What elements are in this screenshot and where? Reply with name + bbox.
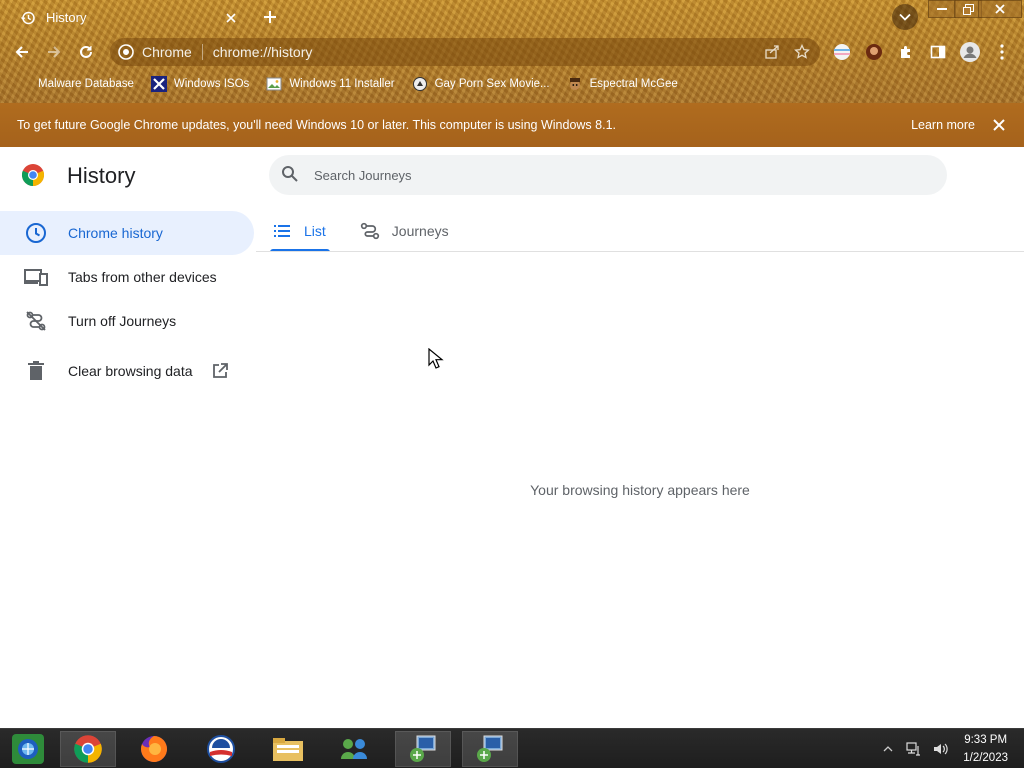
tab-list[interactable]: List [270, 211, 330, 252]
history-icon [20, 10, 36, 26]
page-title: History [67, 163, 136, 188]
devices-icon [24, 265, 48, 289]
bookmark-label: Windows ISOs [173, 78, 250, 90]
sidebar-item-label: Clear browsing data [68, 363, 193, 379]
sidebar-item-label: Turn off Journeys [68, 313, 177, 329]
bookmark-item[interactable]: Windows 11 Installer [266, 76, 395, 92]
tab-journeys[interactable]: Journeys [358, 211, 451, 251]
show-hidden-icons-icon[interactable] [879, 740, 897, 758]
tab-label: Journeys [391, 223, 449, 239]
extension-avatar-icon[interactable] [862, 40, 886, 64]
tab-search-button[interactable] [892, 4, 918, 30]
back-button[interactable] [10, 40, 34, 64]
clock[interactable]: 9:33 PM 1/2/2023 [963, 731, 1008, 767]
system-tray: 9:33 PM 1/2/2023 [879, 729, 1008, 768]
site-name: Chrome [142, 44, 192, 60]
learn-more-link[interactable]: Learn more [911, 118, 975, 132]
close-infobar-icon[interactable] [992, 118, 1006, 132]
url-text[interactable]: chrome://history [213, 44, 760, 60]
start-button[interactable] [0, 731, 56, 767]
avatar-favicon-icon [567, 76, 583, 92]
mouse-cursor-icon [428, 347, 446, 370]
bookmark-item[interactable]: Espectral McGee [567, 76, 678, 92]
tab-close-icon[interactable] [222, 9, 240, 27]
journeys-icon [360, 221, 380, 241]
bookmark-label: Malware Database [38, 78, 134, 90]
sidebar-item-clear-browsing-data[interactable]: Clear browsing data [0, 349, 256, 393]
bookmark-label: Windows 11 Installer [289, 78, 395, 90]
infobar-message: To get future Google Chrome updates, you… [17, 118, 616, 132]
taskbar-network-people-icon[interactable] [326, 731, 382, 767]
chrome-logo-icon [118, 44, 134, 60]
minimize-button[interactable] [928, 0, 956, 18]
external-link-icon [211, 362, 229, 380]
reload-button[interactable] [74, 40, 98, 64]
extension-flag-icon[interactable] [830, 40, 854, 64]
tab-history[interactable]: History [8, 3, 248, 32]
bookmark-item[interactable]: Windows ISOs [150, 76, 250, 92]
tabs-divider [256, 251, 1024, 252]
site-favicon-icon [412, 76, 428, 92]
bookmark-item[interactable]: Malware Database [38, 78, 134, 90]
taskbar-file-explorer-icon[interactable] [260, 731, 316, 767]
list-icon [272, 221, 292, 241]
history-page: History Chrome history Tabs from other d… [0, 147, 1024, 728]
omnibox-separator [201, 44, 203, 60]
tab-label: List [304, 223, 326, 239]
bookmark-item[interactable]: Gay Porn Sex Movie... [412, 76, 550, 92]
bookmark-star-icon[interactable] [790, 40, 814, 64]
taskbar-firefox-icon[interactable] [126, 731, 182, 767]
search-box[interactable] [269, 155, 947, 195]
bookmarks-bar: Malware Database Windows ISOs Windows 11… [0, 72, 1024, 96]
taskbar-chrome-icon[interactable] [60, 731, 116, 767]
image-icon [266, 76, 282, 92]
new-tab-button[interactable] [258, 6, 282, 28]
sidebar-item-chrome-history[interactable]: Chrome history [0, 211, 254, 255]
clock-date: 1/2/2023 [963, 752, 1008, 764]
journeys-off-icon [24, 309, 48, 333]
taskbar-remote-app-icon[interactable] [395, 731, 451, 767]
network-icon[interactable] [905, 740, 923, 758]
update-infobar: To get future Google Chrome updates, you… [0, 103, 1024, 147]
tab-title: History [46, 10, 87, 25]
chrome-logo-icon [21, 163, 45, 187]
bookmark-label: Gay Porn Sex Movie... [434, 78, 550, 90]
sidebar-item-label: Chrome history [68, 225, 163, 241]
sidebar-item-turn-off-journeys[interactable]: Turn off Journeys [0, 299, 256, 343]
clock-time: 9:33 PM [964, 734, 1008, 746]
share-icon[interactable] [760, 40, 784, 64]
bookmark-label: Espectral McGee [589, 78, 678, 90]
profile-avatar-icon[interactable] [958, 40, 982, 64]
search-input[interactable] [314, 167, 914, 183]
x-logo-icon [150, 76, 167, 92]
taskbar-obama-logo-icon[interactable] [193, 731, 249, 767]
view-tabs: List Journeys [270, 211, 481, 252]
taskbar: 9:33 PM 1/2/2023 [0, 728, 1024, 768]
sidebar: Chrome history Tabs from other devices T… [0, 211, 256, 393]
clock-icon [24, 221, 48, 245]
menu-kebab-icon[interactable] [990, 40, 1014, 64]
forward-button[interactable] [42, 40, 66, 64]
side-panel-icon[interactable] [926, 40, 950, 64]
extensions-puzzle-icon[interactable] [894, 40, 918, 64]
search-icon [281, 165, 301, 185]
volume-icon[interactable] [931, 740, 949, 758]
sidebar-item-label: Tabs from other devices [68, 269, 217, 285]
browser-frame: History Chrome chrome://history Malware … [0, 0, 1024, 103]
trash-icon [24, 359, 48, 383]
address-bar[interactable]: Chrome chrome://history [110, 38, 820, 66]
empty-state-message: Your browsing history appears here [530, 482, 750, 498]
sidebar-item-tabs-other-devices[interactable]: Tabs from other devices [0, 255, 256, 299]
close-window-button[interactable] [978, 0, 1022, 18]
taskbar-remote-app-icon[interactable] [462, 731, 518, 767]
